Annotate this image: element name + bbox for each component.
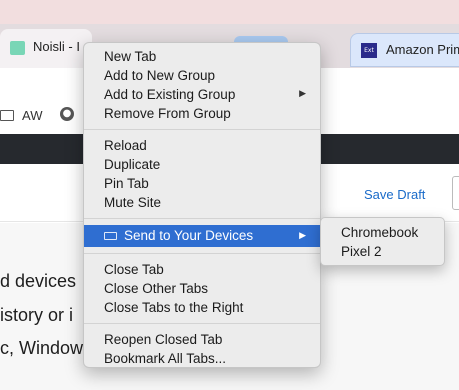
menu-item-close-tab[interactable]: Close Tab [84,260,320,279]
globe-icon[interactable]: ● [60,107,74,121]
menu-item-add-to-new-group[interactable]: Add to New Group [84,66,320,85]
amazon-favicon-icon: Ext [361,43,377,58]
menu-separator [84,253,320,254]
menu-item-label: Send to Your Devices [124,228,254,243]
folder-icon [0,109,14,121]
noisli-favicon-icon [10,41,25,55]
send-to-devices-submenu: Chromebook Pixel 2 [320,217,445,266]
menu-item-bookmark-all-tabs[interactable]: Bookmark All Tabs... [84,349,320,368]
content-line: istory or i [0,305,74,325]
content-line: d devices [0,271,77,291]
menu-item-reload[interactable]: Reload [84,136,320,155]
publish-button-edge[interactable] [452,176,459,210]
content-line: c, Windows [0,338,93,358]
menu-separator [84,129,320,130]
tab-noisli[interactable]: Noisli - I [0,29,92,68]
window-titlebar [0,0,459,24]
menu-item-new-tab[interactable]: New Tab [84,47,320,66]
submenu-arrow-icon: ▶ [299,89,306,99]
tab-context-menu: New Tab Add to New Group Add to Existing… [83,42,321,368]
tab-title: Amazon Prim [386,42,459,57]
bookmark-folder-label: AW [22,107,43,123]
menu-separator [84,323,320,324]
bookmark-folder-aw[interactable]: AW [0,106,42,124]
menu-item-remove-from-group[interactable]: Remove From Group [84,104,320,123]
menu-item-send-to-devices[interactable]: Send to Your Devices ▶ [84,225,320,247]
menu-item-close-tabs-right[interactable]: Close Tabs to the Right [84,298,320,317]
menu-item-pin-tab[interactable]: Pin Tab [84,174,320,193]
tab-amazon-prime[interactable]: Ext Amazon Prim [350,33,459,67]
menu-item-close-other-tabs[interactable]: Close Other Tabs [84,279,320,298]
submenu-item-pixel-2[interactable]: Pixel 2 [321,242,444,261]
submenu-arrow-icon: ▶ [299,231,306,241]
menu-item-reopen-closed-tab[interactable]: Reopen Closed Tab [84,330,320,349]
menu-item-label: Add to Existing Group [104,87,236,102]
submenu-item-chromebook[interactable]: Chromebook [321,223,444,242]
tab-title: Noisli - I [33,39,80,54]
save-draft-button[interactable]: Save Draft [364,187,425,202]
menu-separator [84,218,320,219]
laptop-icon [104,232,117,240]
menu-item-duplicate[interactable]: Duplicate [84,155,320,174]
menu-item-add-to-existing-group[interactable]: Add to Existing Group ▶ [84,85,320,104]
menu-item-mute-site[interactable]: Mute Site [84,193,320,212]
